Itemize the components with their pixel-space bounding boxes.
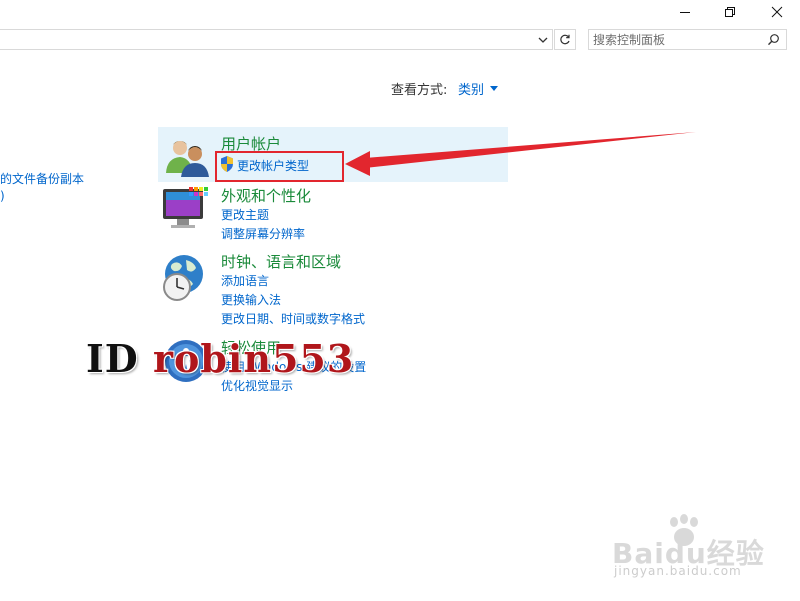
- users-icon: [166, 141, 209, 177]
- close-icon: [771, 6, 783, 18]
- close-button[interactable]: [754, 0, 800, 24]
- link-adjust-resolution[interactable]: 调整屏幕分辨率: [221, 225, 305, 242]
- minimize-icon: [680, 12, 690, 13]
- left-link-backup[interactable]: 的文件备份副本: [0, 170, 84, 187]
- category-title-clock-language[interactable]: 时钟、语言和区域: [221, 251, 341, 272]
- search-icon[interactable]: [767, 33, 780, 46]
- refresh-button[interactable]: [554, 29, 576, 50]
- view-by-dropdown[interactable]: 类别: [458, 79, 499, 98]
- watermark-name: robin553: [152, 336, 355, 381]
- view-by-value: 类别: [458, 83, 485, 98]
- caret-down-icon: [490, 86, 499, 91]
- refresh-icon: [560, 34, 570, 44]
- monitor-icon: [163, 187, 208, 228]
- restore-button[interactable]: [707, 0, 753, 24]
- link-add-language[interactable]: 添加语言: [221, 272, 269, 289]
- highlight-box: [215, 151, 344, 182]
- link-change-input-method[interactable]: 更换输入法: [221, 291, 281, 308]
- category-title-appearance[interactable]: 外观和个性化: [221, 185, 311, 206]
- view-by-label: 查看方式:: [391, 83, 448, 98]
- author-watermark: ID robin553: [86, 336, 354, 381]
- baidu-url: jingyan.baidu.com: [614, 564, 742, 578]
- globe-clock-icon: [163, 255, 203, 301]
- link-change-theme[interactable]: 更改主题: [221, 206, 269, 223]
- link-change-date-time-format[interactable]: 更改日期、时间或数字格式: [221, 310, 365, 327]
- search-input[interactable]: [593, 31, 761, 48]
- search-box[interactable]: [588, 29, 787, 50]
- chevron-down-icon[interactable]: [536, 33, 550, 47]
- left-link-fragment[interactable]: ): [0, 189, 5, 203]
- restore-icon: [725, 7, 735, 17]
- address-bar[interactable]: [0, 29, 553, 50]
- watermark-prefix: ID: [86, 336, 139, 381]
- minimize-button[interactable]: [662, 0, 708, 24]
